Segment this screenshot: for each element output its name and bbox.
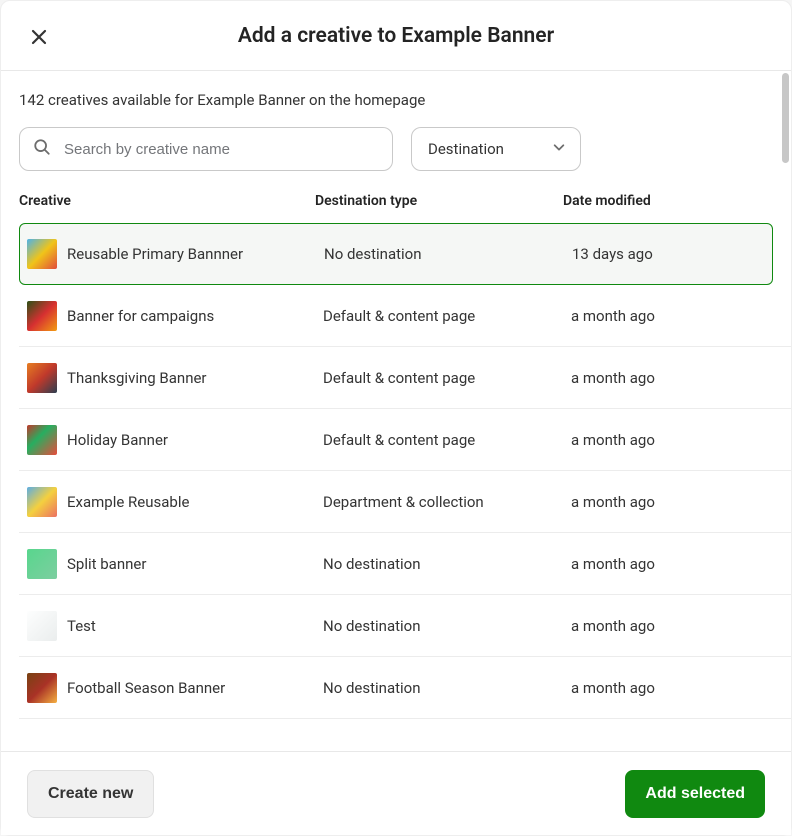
cell-destination: Default & content page bbox=[323, 307, 571, 325]
cell-creative: Test bbox=[27, 611, 323, 641]
thumbnail-icon bbox=[27, 611, 57, 641]
creative-name: Split banner bbox=[67, 555, 146, 573]
cell-creative: Reusable Primary Bannner bbox=[27, 239, 324, 269]
modal: Add a creative to Example Banner 142 cre… bbox=[0, 0, 792, 836]
search-input[interactable] bbox=[19, 127, 393, 171]
cell-destination: Default & content page bbox=[323, 431, 571, 449]
cell-date: a month ago bbox=[571, 555, 783, 573]
table-row[interactable]: Example Reusable Department & collectiona… bbox=[19, 471, 791, 533]
cell-creative: Thanksgiving Banner bbox=[27, 363, 323, 393]
creative-name: Football Season Banner bbox=[67, 679, 225, 697]
cell-creative: Football Season Banner bbox=[27, 673, 323, 703]
thumbnail-icon bbox=[27, 239, 57, 269]
table-rows: Reusable Primary BannnerNo destination13… bbox=[1, 223, 791, 719]
table-row[interactable]: Thanksgiving Banner Default & content pag… bbox=[19, 347, 791, 409]
add-selected-button[interactable]: Add selected bbox=[625, 770, 765, 818]
thumbnail-icon bbox=[27, 425, 57, 455]
col-header-date: Date modified bbox=[563, 193, 773, 209]
creative-name: Banner for campaigns bbox=[67, 307, 214, 325]
table-row[interactable]: Reusable Primary Bannner No destination13… bbox=[19, 223, 773, 285]
creative-name: Thanksgiving Banner bbox=[67, 369, 207, 387]
table-row[interactable]: Banner for campaigns Default & content pa… bbox=[19, 285, 791, 347]
cell-destination: No destination bbox=[323, 555, 571, 573]
cell-destination: Default & content page bbox=[323, 369, 571, 387]
modal-title: Add a creative to Example Banner bbox=[1, 24, 791, 48]
cell-date: 13 days ago bbox=[572, 245, 765, 263]
destination-select-label: Destination bbox=[428, 140, 504, 158]
cell-date: a month ago bbox=[571, 369, 783, 387]
creative-name: Reusable Primary Bannner bbox=[67, 245, 243, 263]
modal-header: Add a creative to Example Banner bbox=[1, 1, 791, 71]
subtitle: 142 creatives available for Example Bann… bbox=[1, 91, 791, 109]
scrollbar[interactable] bbox=[782, 73, 789, 163]
thumbnail-icon bbox=[27, 301, 57, 331]
cell-creative: Holiday Banner bbox=[27, 425, 323, 455]
creative-name: Holiday Banner bbox=[67, 431, 168, 449]
cell-creative: Split banner bbox=[27, 549, 323, 579]
creative-name: Test bbox=[67, 617, 96, 635]
controls-row: Destination bbox=[1, 127, 791, 171]
destination-select[interactable]: Destination bbox=[411, 127, 581, 171]
cell-date: a month ago bbox=[571, 617, 783, 635]
cell-creative: Banner for campaigns bbox=[27, 301, 323, 331]
thumbnail-icon bbox=[27, 549, 57, 579]
table-row[interactable]: Test No destinationa month ago bbox=[19, 595, 791, 657]
cell-destination: No destination bbox=[323, 679, 571, 697]
modal-body: 142 creatives available for Example Bann… bbox=[1, 71, 791, 751]
thumbnail-icon bbox=[27, 673, 57, 703]
close-button[interactable] bbox=[25, 23, 53, 51]
table-row[interactable]: Holiday Banner Default & content pagea mo… bbox=[19, 409, 791, 471]
modal-footer: Create new Add selected bbox=[1, 751, 791, 835]
creative-name: Example Reusable bbox=[67, 493, 189, 511]
chevron-down-icon bbox=[552, 140, 566, 158]
close-icon bbox=[30, 28, 48, 46]
search-wrapper bbox=[19, 127, 393, 171]
cell-creative: Example Reusable bbox=[27, 487, 323, 517]
cell-date: a month ago bbox=[571, 431, 783, 449]
cell-date: a month ago bbox=[571, 679, 783, 697]
cell-date: a month ago bbox=[571, 307, 783, 325]
cell-date: a month ago bbox=[571, 493, 783, 511]
col-header-destination: Destination type bbox=[315, 193, 563, 209]
col-header-creative: Creative bbox=[19, 193, 315, 209]
search-icon bbox=[33, 138, 51, 160]
cell-destination: Department & collection bbox=[323, 493, 571, 511]
thumbnail-icon bbox=[27, 487, 57, 517]
table-header: Creative Destination type Date modified bbox=[1, 193, 791, 209]
cell-destination: No destination bbox=[323, 617, 571, 635]
cell-destination: No destination bbox=[324, 245, 572, 263]
table-row[interactable]: Split banner No destinationa month ago bbox=[19, 533, 791, 595]
thumbnail-icon bbox=[27, 363, 57, 393]
table-row[interactable]: Football Season Banner No destinationa mo… bbox=[19, 657, 791, 719]
create-new-button[interactable]: Create new bbox=[27, 770, 154, 818]
